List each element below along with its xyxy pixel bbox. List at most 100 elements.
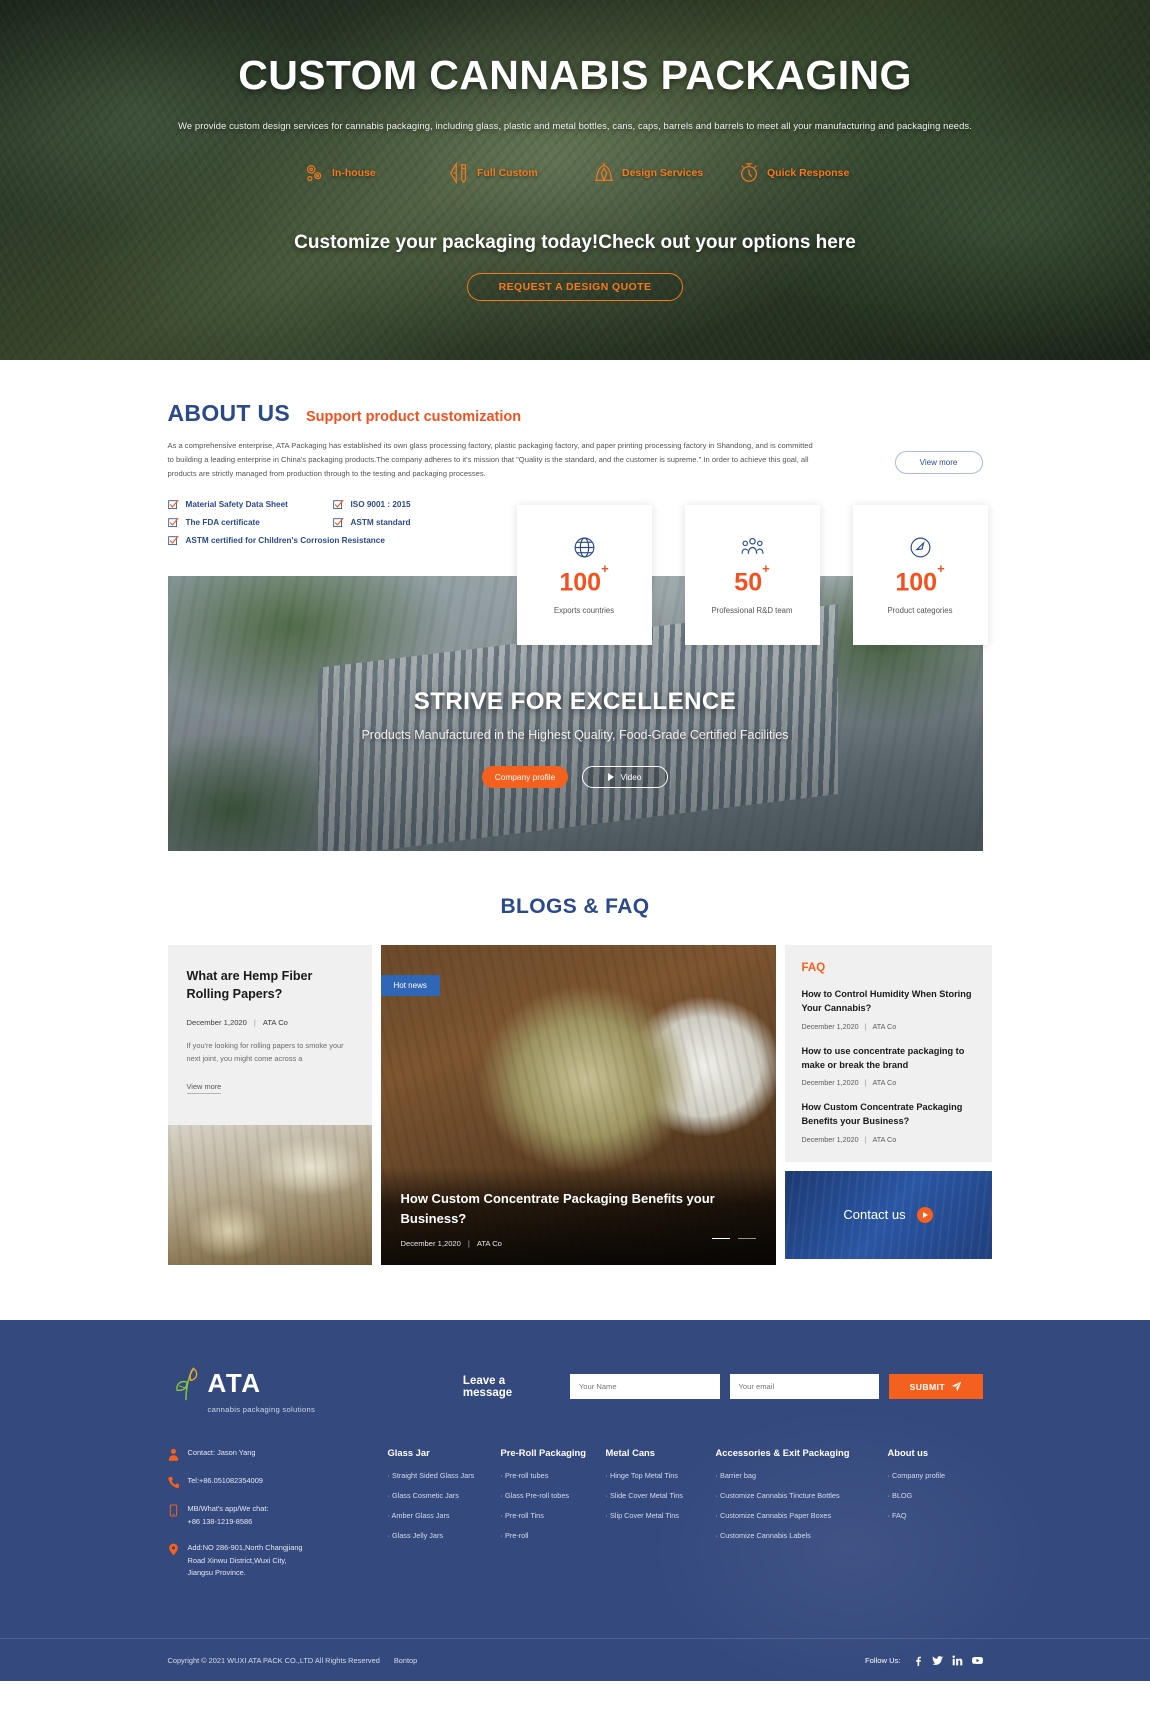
blog-card-author: ATA Co (262, 1017, 288, 1027)
contact-us-cta[interactable]: Contact us (784, 1170, 992, 1259)
footer-logo-text: ATA (207, 1368, 262, 1399)
footer-link[interactable]: · Slide Cover Metal Tins (606, 1491, 716, 1500)
request-design-quote-button[interactable]: REQUEST A DESIGN QUOTE (467, 273, 683, 301)
footer-link[interactable]: · Glass Pre-roll tobes (501, 1491, 606, 1500)
footer-contact-line: Jiangsu Province. (187, 1568, 246, 1578)
faq-question[interactable]: How Custom Concentrate Packaging Benefit… (802, 1101, 975, 1129)
faq-question[interactable]: How to Control Humidity When Storing You… (802, 988, 975, 1016)
carousel-dot-2[interactable] (737, 1237, 756, 1240)
blogs-faq-section: BLOGS & FAQ What are Hemp Fiber Rolling … (0, 851, 1150, 1321)
footer-link[interactable]: · Hinge Top Metal Tins (606, 1471, 716, 1480)
twitter-icon[interactable] (931, 1655, 943, 1666)
leave-a-message-form: Leave a message SUBMIT (463, 1374, 983, 1400)
faq-title: FAQ (801, 962, 826, 975)
footer-link[interactable]: · Pre-roll Tins (501, 1511, 606, 1520)
about-title: ABOUT US (167, 400, 291, 426)
blog-card-featured[interactable]: Hot news How Custom Concentrate Packagin… (380, 945, 776, 1266)
company-profile-button[interactable]: Company profile (482, 766, 568, 789)
video-button[interactable]: Video (582, 766, 668, 789)
social-links: Follow Us: (865, 1655, 983, 1666)
submit-button[interactable]: SUBMIT (889, 1374, 983, 1400)
footer-link[interactable]: · Customize Cannabis Tincture Bottles (716, 1491, 888, 1500)
cert-item[interactable]: ASTM standard (332, 517, 548, 528)
faq-date: December 1,2020 (801, 1078, 859, 1088)
certification-list: Material Safety Data Sheet ISO 9001 : 20… (167, 499, 548, 546)
linkedin-icon[interactable] (951, 1655, 963, 1666)
blog-featured-date: December 1,2020 (400, 1239, 461, 1249)
carousel-pagination[interactable] (711, 1237, 756, 1240)
faq-date: December 1,2020 (801, 1134, 859, 1144)
faq-date: December 1,2020 (801, 1021, 859, 1031)
stopwatch-icon (741, 163, 757, 182)
stat-label: Professional R&D team (711, 605, 793, 615)
cert-item[interactable]: The FDA certificate (167, 517, 333, 528)
hero-subtitle: We provide custom design services for ca… (178, 120, 972, 131)
hero-feature-label: Quick Response (767, 167, 850, 179)
hero-feature-full-custom[interactable]: Full Custom (430, 162, 575, 184)
footer-contact-line: +86 138-1219-8586 (187, 1516, 253, 1526)
checkbox-checked-icon (332, 499, 344, 510)
location-icon (168, 1543, 178, 1556)
hero-section: CUSTOM CANNABIS PACKAGING We provide cus… (0, 0, 1150, 360)
faq-question[interactable]: How to use concentrate packaging to make… (802, 1045, 975, 1073)
stat-number: 100+ (559, 561, 609, 597)
footer-link[interactable]: · Pre-roll tubes (501, 1471, 606, 1480)
cert-label: ISO 9001 : 2015 (350, 500, 411, 510)
cert-item[interactable]: ISO 9001 : 2015 (332, 499, 548, 510)
arrow-right-icon (916, 1206, 933, 1223)
checkbox-checked-icon (167, 499, 179, 510)
pen-nib-icon (594, 162, 614, 183)
name-input[interactable] (569, 1374, 720, 1400)
blog-card-view-more-link[interactable]: View more (186, 1082, 222, 1094)
cert-label: The FDA certificate (185, 518, 260, 528)
carousel-dot-1[interactable] (711, 1237, 730, 1240)
footer-link[interactable]: · Glass Jelly Jars (388, 1531, 501, 1540)
faq-item[interactable]: How to use concentrate packaging to make… (802, 1045, 975, 1088)
faq-item[interactable]: How Custom Concentrate Packaging Benefit… (802, 1101, 975, 1144)
footer-column-title: Metal Cans (605, 1447, 656, 1459)
footer-link[interactable]: · Amber Glass Jars (388, 1511, 501, 1520)
footer-logo-block[interactable]: ATA cannabis packaging solutions (168, 1364, 463, 1414)
footer-link[interactable]: · Barrier bag (716, 1471, 888, 1480)
faq-author: ATA Co (872, 1134, 897, 1144)
cert-item[interactable]: Material Safety Data Sheet (167, 499, 333, 510)
footer-logo-tagline: cannabis packaging solutions (207, 1405, 316, 1415)
footer-link[interactable]: · Glass Cosmetic Jars (388, 1491, 501, 1500)
footer-link[interactable]: · Customize Cannabis Paper Boxes (716, 1511, 888, 1520)
footer-link[interactable]: · Slip Cover Metal Tins (606, 1511, 716, 1520)
hero-feature-label: In-house (332, 167, 376, 179)
bontop-link[interactable]: Bontop (394, 1656, 417, 1665)
faq-item[interactable]: How to Control Humidity When Storing You… (802, 988, 975, 1031)
cert-label: ASTM certified for Children's Corrosion … (185, 536, 385, 546)
footer-link[interactable]: · Straight Sided Glass Jars (388, 1471, 501, 1480)
send-plane-icon (951, 1381, 962, 1392)
footer-column-metal-cans: Metal Cans · Hinge Top Metal Tins · Slid… (606, 1447, 716, 1594)
blog-card-left[interactable]: What are Hemp Fiber Rolling Papers? Dece… (167, 945, 372, 1266)
blog-featured-author: ATA Co (476, 1239, 502, 1249)
footer-link[interactable]: · Customize Cannabis Labels (716, 1531, 888, 1540)
footer-column-title: Pre-Roll Packaging (500, 1447, 586, 1459)
people-icon (741, 538, 763, 555)
pencil-ruler-icon (450, 162, 467, 184)
hero-feature-design-services[interactable]: Design Services (575, 162, 720, 184)
footer-link[interactable]: · BLOG (888, 1491, 978, 1500)
about-heading-row: ABOUT US Support product customization (168, 400, 983, 427)
faq-author: ATA Co (872, 1078, 897, 1088)
cert-item[interactable]: ASTM certified for Children's Corrosion … (167, 535, 548, 546)
footer-contact-line: Add:NO 286-901,North Changjiang (187, 1543, 303, 1553)
footer-contact-mobile: MB/What's app/We chat: +86 138-1219-8586 (168, 1503, 388, 1528)
footer-column-title: Glass Jar (387, 1447, 430, 1459)
email-input[interactable] (729, 1374, 880, 1400)
footer-contact-line: MB/What's app/We chat: (187, 1504, 269, 1514)
footer-link[interactable]: · Pre-roll (501, 1531, 606, 1540)
youtube-icon[interactable] (971, 1655, 983, 1666)
about-view-more-button[interactable]: View more (894, 451, 983, 474)
submit-button-label: SUBMIT (909, 1381, 945, 1392)
person-icon (168, 1448, 178, 1461)
hero-feature-quick-response[interactable]: Quick Response (720, 162, 865, 184)
facebook-icon[interactable] (912, 1655, 923, 1666)
footer-link[interactable]: · FAQ (888, 1511, 978, 1520)
footer-link[interactable]: · Company profile (888, 1471, 978, 1480)
hero-feature-in-house[interactable]: In-house (285, 162, 430, 184)
blog-card-excerpt: If you're looking for rolling papers to … (186, 1040, 344, 1063)
